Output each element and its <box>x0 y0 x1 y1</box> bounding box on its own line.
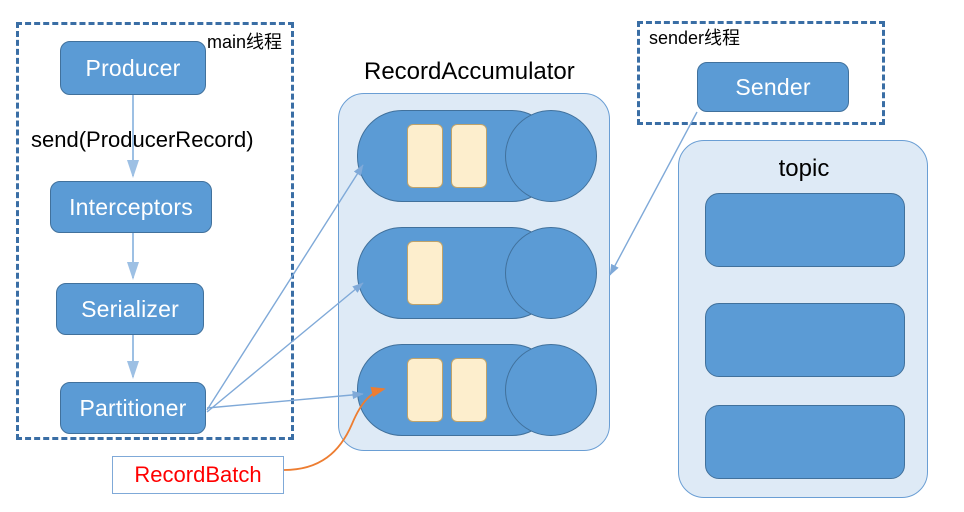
accumulator-deque-row[interactable] <box>357 227 597 319</box>
node-interceptors[interactable]: Interceptors <box>50 181 212 233</box>
accumulator-deque-row[interactable] <box>357 110 597 202</box>
node-partitioner[interactable]: Partitioner <box>60 382 206 434</box>
main-thread-label: main线程 <box>207 32 283 52</box>
deque-end-circle <box>505 344 597 436</box>
topic-container: topic <box>678 140 928 498</box>
node-sender[interactable]: Sender <box>697 62 849 112</box>
sender-thread-label: sender线程 <box>649 28 741 48</box>
record-batch-slot[interactable] <box>451 358 487 422</box>
node-producer[interactable]: Producer <box>60 41 206 95</box>
record-batch-slot[interactable] <box>451 124 487 188</box>
topic-partition[interactable] <box>705 405 905 479</box>
diagram-canvas: main线程 Producer send(ProducerRecord) Int… <box>0 0 964 512</box>
record-batch-callout[interactable]: RecordBatch <box>112 456 284 494</box>
send-producerrecord-caption: send(ProducerRecord) <box>31 127 254 152</box>
topic-partition[interactable] <box>705 193 905 267</box>
topic-title: topic <box>778 155 830 182</box>
deque-end-circle <box>505 227 597 319</box>
node-serializer[interactable]: Serializer <box>56 283 204 335</box>
accumulator-deque-row[interactable] <box>357 344 597 436</box>
record-accumulator-title: RecordAccumulator <box>364 58 575 85</box>
record-batch-slot[interactable] <box>407 124 443 188</box>
record-batch-slot[interactable] <box>407 241 443 305</box>
record-accumulator-container <box>338 93 610 451</box>
deque-end-circle <box>505 110 597 202</box>
topic-partition[interactable] <box>705 303 905 377</box>
record-batch-slot[interactable] <box>407 358 443 422</box>
